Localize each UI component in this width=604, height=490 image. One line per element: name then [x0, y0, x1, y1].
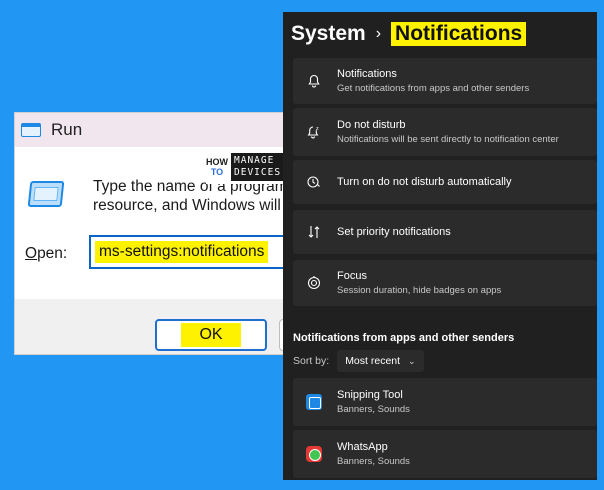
setting-subtitle: Session duration, hide badges on apps — [337, 285, 502, 296]
focus-icon — [299, 275, 329, 291]
setting-notifications[interactable]: Notifications Get notifications from app… — [293, 58, 597, 104]
app-detail: Banners, Sounds — [337, 456, 410, 467]
app-row-whatsapp[interactable]: WhatsApp Banners, Sounds — [293, 430, 597, 478]
bell-icon — [299, 73, 329, 89]
ok-button[interactable]: OK — [155, 319, 267, 351]
chevron-down-icon: ⌄ — [408, 355, 416, 366]
open-input[interactable]: ms-settings:notifications — [89, 235, 293, 269]
whatsapp-icon — [306, 446, 322, 462]
setting-title: Set priority notifications — [337, 226, 451, 238]
sort-value: Most recent — [345, 355, 401, 367]
logo-devices: DEVICES — [234, 167, 282, 178]
app-name: Snipping Tool — [337, 389, 403, 401]
run-titlebar[interactable]: Run — [15, 113, 293, 147]
setting-dnd-automatically[interactable]: Turn on do not disturb automatically — [293, 160, 597, 204]
setting-subtitle: Get notifications from apps and other se… — [337, 83, 530, 94]
run-program-icon — [27, 179, 67, 213]
snipping-tool-icon — [306, 394, 322, 410]
page-title: Notifications — [391, 22, 527, 46]
setting-title: Do not disturb — [337, 119, 406, 131]
logo-to: TO — [210, 167, 224, 177]
sort-control: Sort by: Most recent ⌄ — [293, 350, 424, 372]
run-description-line-2: resource, and Windows will — [93, 197, 281, 214]
how-to-manage-devices-logo: HOW TO MANAGE DEVICES — [206, 150, 290, 184]
sort-label: Sort by: — [293, 355, 330, 367]
setting-focus[interactable]: Focus Session duration, hide badges on a… — [293, 260, 597, 306]
logo-how: HOW — [206, 157, 228, 167]
run-dialog: Run Type the name of a program, resource… — [14, 112, 294, 355]
app-row-snipping-tool[interactable]: Snipping Tool Banners, Sounds — [293, 378, 597, 426]
app-detail: Banners, Sounds — [337, 404, 410, 415]
setting-title: Notifications — [337, 68, 397, 80]
app-name: WhatsApp — [337, 441, 388, 453]
clock-bell-icon — [299, 174, 329, 190]
open-label: Open: — [25, 245, 68, 262]
setting-subtitle: Notifications will be sent directly to n… — [337, 134, 559, 145]
svg-text:z: z — [316, 126, 319, 132]
open-input-value: ms-settings:notifications — [95, 241, 269, 263]
setting-do-not-disturb[interactable]: z Do not disturb Notifications will be s… — [293, 108, 597, 156]
run-title: Run — [51, 120, 83, 139]
breadcrumb: System › Notifications — [291, 16, 527, 52]
sort-dropdown[interactable]: Most recent ⌄ — [337, 350, 424, 372]
ok-button-label: OK — [181, 323, 241, 347]
setting-priority-notifications[interactable]: Set priority notifications — [293, 210, 597, 254]
setting-title: Focus — [337, 270, 367, 282]
logo-manage: MANAGE — [234, 155, 275, 166]
settings-window: System › Notifications Notifications Get… — [283, 12, 597, 480]
run-app-icon — [21, 122, 43, 138]
bell-sleep-icon: z — [299, 124, 329, 140]
chevron-right-icon: › — [375, 25, 382, 42]
breadcrumb-system[interactable]: System — [291, 22, 366, 46]
priority-sort-icon — [299, 224, 329, 240]
setting-title: Turn on do not disturb automatically — [337, 176, 512, 188]
section-heading: Notifications from apps and other sender… — [293, 332, 515, 344]
